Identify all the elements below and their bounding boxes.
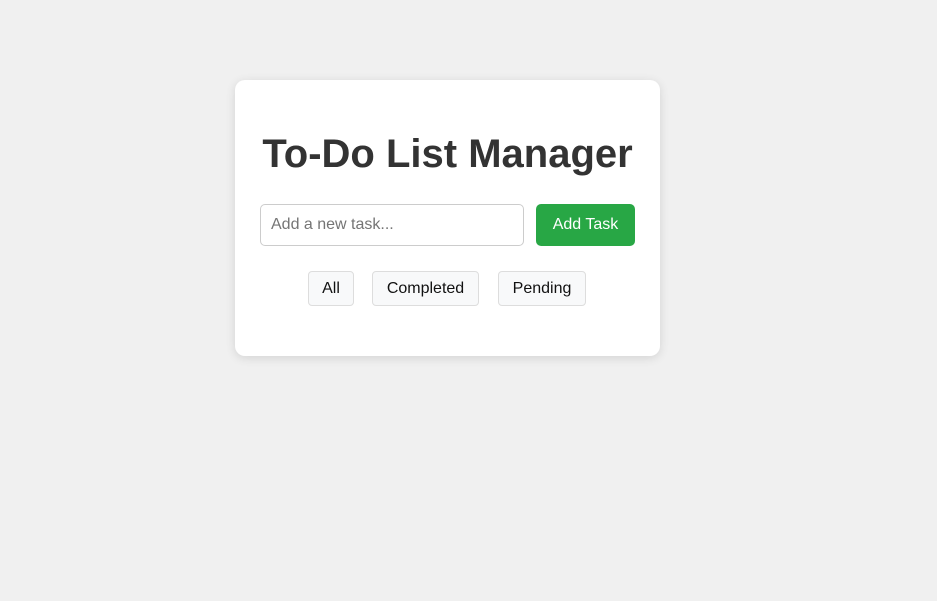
todo-card: To-Do List Manager Add Task All Complete… <box>235 80 660 356</box>
add-task-button[interactable]: Add Task <box>536 204 635 246</box>
filter-all-button[interactable]: All <box>308 271 354 306</box>
new-task-input[interactable] <box>260 204 524 246</box>
filter-pending-button[interactable]: Pending <box>498 271 586 306</box>
filter-completed-button[interactable]: Completed <box>372 271 479 306</box>
page-title: To-Do List Manager <box>262 132 633 176</box>
